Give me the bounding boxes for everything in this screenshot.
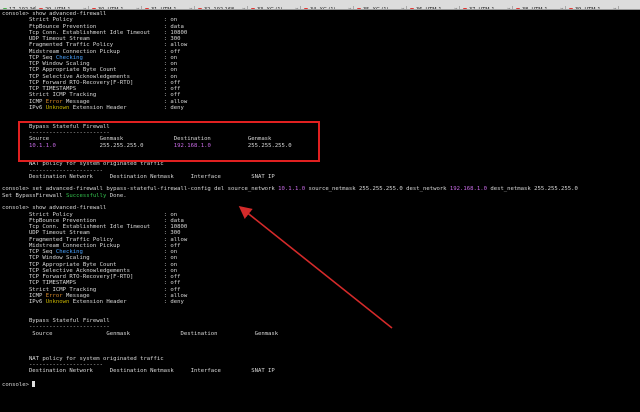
arrow-line xyxy=(238,206,393,329)
annotation-arrow xyxy=(238,206,393,329)
